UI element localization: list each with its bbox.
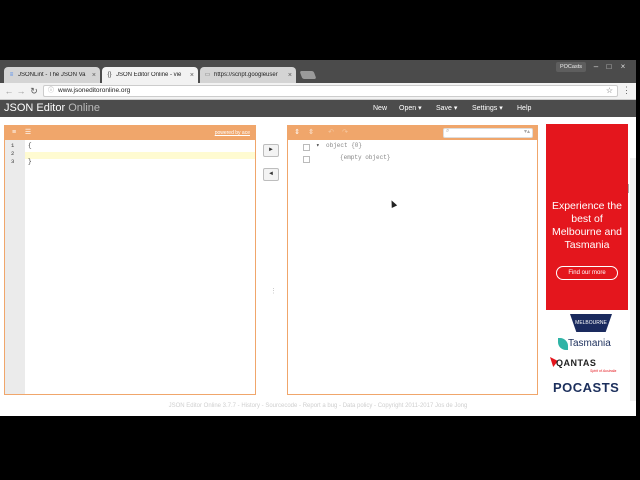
close-tab-icon[interactable]: × xyxy=(92,72,96,79)
forward-icon[interactable]: → xyxy=(16,85,26,97)
tasmania-leaf-icon xyxy=(558,338,568,350)
tree-editor-menubar: ⇕ ⇳ ↶ ↷ ⌕ ▾▴ xyxy=(288,126,537,140)
powered-by-link[interactable]: powered by ace xyxy=(215,130,250,136)
back-icon[interactable]: ← xyxy=(4,85,14,97)
code-line[interactable]: { xyxy=(28,142,32,149)
app-header: JSON Editor Online New Open ▾ Save ▾ Set… xyxy=(0,100,636,117)
drag-handle-icon[interactable] xyxy=(303,144,310,151)
copy-to-tree-button[interactable]: ► xyxy=(263,144,279,157)
help-button[interactable]: Help xyxy=(517,103,531,114)
new-button[interactable]: New xyxy=(373,103,387,114)
address-bar[interactable]: ⓘ www.jsoneditoronline.org ☆ xyxy=(43,85,618,97)
close-tab-icon[interactable]: × xyxy=(190,72,194,79)
search-icon: ⌕ xyxy=(446,128,450,134)
maximize-icon[interactable]: □ xyxy=(603,61,615,72)
browser-toolbar: ← → ↻ ⓘ www.jsoneditoronline.org ☆ ⋮ xyxy=(0,83,636,100)
copy-to-code-button[interactable]: ◄ xyxy=(263,168,279,181)
advert-logos[interactable]: MELBOURNE Tasmania QANTAS Spirit of Aust… xyxy=(546,310,628,400)
expand-toggle-icon[interactable]: ▾ xyxy=(316,142,320,149)
page-scrollbar[interactable] xyxy=(630,158,636,401)
close-window-icon[interactable]: × xyxy=(617,61,629,72)
footer: JSON Editor Online 3.7.7 - History - Sou… xyxy=(168,403,468,409)
tab-json-editor[interactable]: {} JSON Editor Online - vie × xyxy=(102,67,198,83)
pocasts-logo: POCASTS xyxy=(553,380,620,395)
chrome-menu-icon[interactable]: ⋮ xyxy=(622,85,631,96)
settings-menu[interactable]: Settings ▾ xyxy=(472,103,503,114)
tab-script-googleuser[interactable]: ▭ https://script.googleuser × xyxy=(200,67,296,83)
tab-strip: ≡ JSONLint - The JSON Va × {} JSON Edito… xyxy=(0,60,636,83)
line-number: 2 xyxy=(11,150,15,157)
info-icon[interactable]: ⓘ xyxy=(48,86,54,96)
save-menu[interactable]: Save ▾ xyxy=(436,103,457,114)
qantas-logo: QANTAS xyxy=(556,358,597,368)
new-tab-button[interactable] xyxy=(299,71,317,79)
tree-editor-panel: ⇕ ⇳ ↶ ↷ ⌕ ▾▴ ▾ object {0} {empty object} xyxy=(287,125,538,395)
search-arrows-icon[interactable]: ▾▴ xyxy=(524,128,530,135)
code-line[interactable]: } xyxy=(28,158,32,165)
profile-button[interactable]: POCasts xyxy=(556,62,586,72)
tree-empty-node: {empty object} xyxy=(340,154,391,161)
compact-icon[interactable]: ☰ xyxy=(23,128,33,138)
splitter-handle[interactable]: ⋮ xyxy=(270,287,277,295)
line-number: 1 xyxy=(11,142,15,149)
drag-handle-icon[interactable] xyxy=(303,156,310,163)
undo-icon[interactable]: ↶ xyxy=(326,128,336,138)
tree-search-input[interactable]: ⌕ ▾▴ xyxy=(443,128,533,138)
melbourne-logo: MELBOURNE xyxy=(570,314,612,332)
line-number: 3 xyxy=(11,158,15,165)
minimize-icon[interactable]: – xyxy=(590,61,602,72)
expand-all-icon[interactable]: ⇕ xyxy=(292,128,302,138)
collapse-all-icon[interactable]: ⇳ xyxy=(306,128,316,138)
tasmania-logo: Tasmania xyxy=(568,338,611,349)
braces-favicon-icon: {} xyxy=(107,71,112,78)
active-line-highlight xyxy=(25,152,255,159)
code-editor-panel: ≡ ☰ powered by ace 1 2 3 { } xyxy=(4,125,256,395)
bookmark-star-icon[interactable]: ☆ xyxy=(606,86,613,96)
qantas-tagline: Spirit of Australia xyxy=(590,369,617,373)
format-icon[interactable]: ≡ xyxy=(9,128,19,138)
tab-jsonlint[interactable]: ≡ JSONLint - The JSON Va × xyxy=(4,67,100,83)
code-editor-menubar: ≡ ☰ powered by ace xyxy=(5,126,255,140)
advert-banner[interactable]: Experience the best of Melbourne and Tas… xyxy=(546,124,628,310)
redo-icon[interactable]: ↷ xyxy=(340,128,350,138)
browser-window: ≡ JSONLint - The JSON Va × {} JSON Edito… xyxy=(0,60,636,416)
close-tab-icon[interactable]: × xyxy=(288,72,292,79)
reload-icon[interactable]: ↻ xyxy=(29,85,39,97)
line-gutter: 1 2 3 xyxy=(5,140,25,394)
jsonlint-favicon-icon: ≡ xyxy=(9,71,14,78)
ad-headline: Experience the best of Melbourne and Tas… xyxy=(551,200,623,251)
app-logo: JSON Editor Online xyxy=(4,102,100,114)
page-favicon-icon: ▭ xyxy=(204,71,211,78)
tree-root-node[interactable]: object {0} xyxy=(326,142,362,149)
ad-cta-button[interactable]: Find our more xyxy=(556,266,618,280)
open-menu[interactable]: Open ▾ xyxy=(399,103,422,114)
